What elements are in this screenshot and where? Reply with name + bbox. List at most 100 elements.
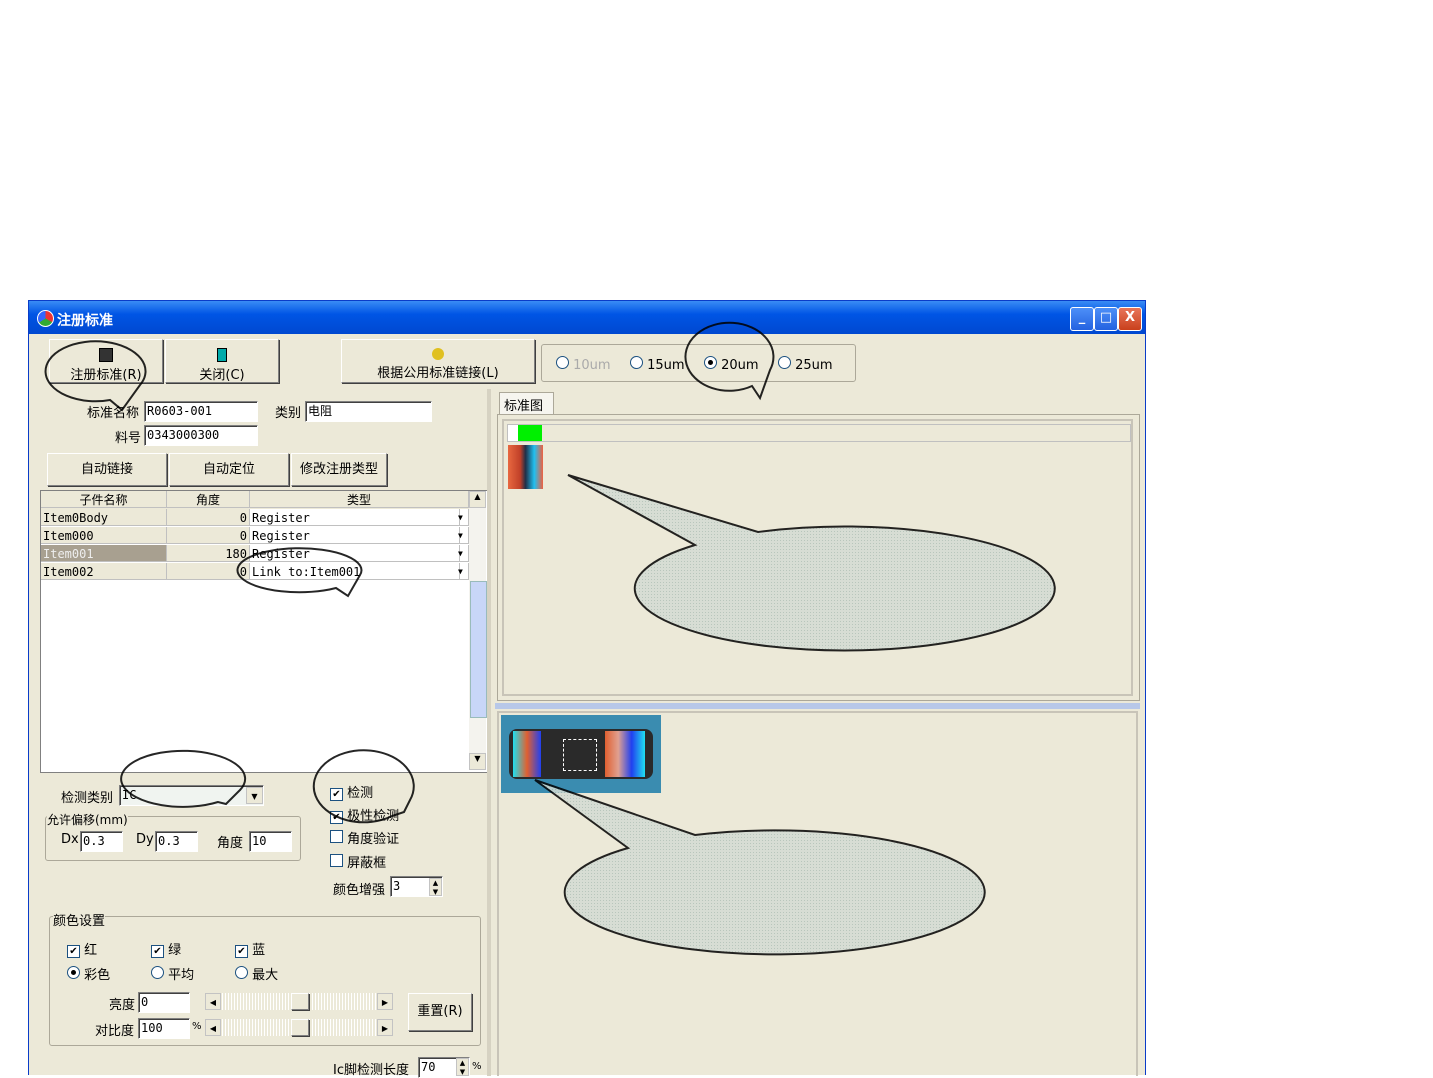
cell-type-select[interactable]: Register [250,545,460,562]
register-standard-window: 注册标准 _ □ X 注册标准(R) 关闭(C) 根据公用标准链接(L) 10u… [28,300,1146,1078]
close-window-button[interactable]: X [1118,307,1142,331]
std-name-label: 标准名称 [87,406,140,421]
scroll-down-icon[interactable]: ▼ [469,753,486,770]
link-public-standard-button[interactable]: 根据公用标准链接(L) [341,339,535,383]
slider-left-icon: ◀ [205,1019,221,1036]
contrast-input[interactable]: 100 [138,1018,190,1039]
header-angle[interactable]: 角度 [167,491,250,508]
radio-25um[interactable]: 25um [778,356,833,373]
polarity-checkbox[interactable]: ✔ 极性检测 [330,805,399,824]
contrast-slider-thumb[interactable] [291,1019,309,1036]
register-label: 注册标准(R) [70,368,142,383]
max-mode-radio[interactable]: 最大 [235,964,278,983]
detect-type-label: 检测类别 [61,791,114,806]
component-pad-right [605,731,645,777]
maximize-button[interactable]: □ [1094,307,1118,331]
dropdown-arrow-icon[interactable]: ▼ [456,527,469,544]
table-scrollbar[interactable]: ▲ ▼ [469,491,487,770]
scroll-up-icon[interactable]: ▲ [469,491,486,508]
dx-input[interactable]: 0.3 [80,831,123,852]
close-button[interactable]: 关闭(C) [165,339,279,383]
brightness-slider[interactable]: ◀ ▶ [205,993,393,1010]
table-row[interactable]: Item000 0 Register ▼ [41,527,469,545]
component-thumbnail-image[interactable] [508,445,543,489]
green-checkbox[interactable]: ✔ 绿 [151,939,181,958]
auto-link-button[interactable]: 自动链接 [47,453,167,486]
header-type[interactable]: 类型 [250,491,469,508]
reset-button[interactable]: 重置(R) [408,993,472,1031]
blue-checkbox[interactable]: ✔ 蓝 [235,939,265,958]
ic-length-percent: % [472,1061,482,1072]
radio-20um[interactable]: 20um [704,356,759,373]
color-settings-label: 颜色设置 [53,910,106,929]
brightness-input[interactable]: 0 [138,992,190,1013]
header-name[interactable]: 子件名称 [41,491,167,508]
shield-frame-checkbox[interactable]: 屏蔽框 [330,852,386,871]
cell-name: Item0Body [41,509,167,526]
dropdown-arrow-icon[interactable]: ▼ [456,563,469,580]
slider-right-icon: ▶ [377,993,393,1010]
std-name-input[interactable]: R0603-001 [144,401,258,422]
ic-length-label: Ic脚检测长度 [333,1063,409,1078]
tab-standard-image[interactable]: 标准图 [499,392,554,414]
cell-angle: 180 [167,545,250,562]
angle-verify-checkbox[interactable]: 角度验证 [330,828,399,847]
table-row[interactable]: Item0Body 0 Register ▼ [41,509,469,527]
color-mode-radio[interactable]: 彩色 [67,964,110,983]
dy-input[interactable]: 0.3 [155,831,198,852]
red-checkbox[interactable]: ✔ 红 [67,939,97,958]
cell-type-select[interactable]: Register [250,509,460,526]
dropdown-arrow-icon[interactable]: ▼ [456,509,469,526]
cell-angle: 0 [167,563,250,580]
brightness-slider-thumb[interactable] [291,993,309,1010]
angle-input[interactable]: 10 [249,831,292,852]
table-row-selected[interactable]: Item001 180 Register ▼ [41,545,469,563]
app-icon [37,310,54,327]
component-image-panel [497,711,1138,1076]
radio-15um[interactable]: 15um [630,356,685,373]
auto-locate-button[interactable]: 自动定位 [169,453,289,486]
brightness-label: 亮度 [109,998,136,1013]
spinner-arrows-icon[interactable]: ▲ ▼ [429,878,442,896]
exit-door-icon [217,348,227,362]
component-pad-left [513,731,541,777]
category-input[interactable]: 电阻 [305,401,432,422]
dropdown-arrow-icon[interactable]: ▼ [456,545,469,562]
cell-name: Item000 [41,527,167,544]
part-no-input[interactable]: 0343000300 [144,425,258,446]
contrast-slider[interactable]: ◀ ▶ [205,1019,393,1036]
image-frame [502,419,1133,696]
scroll-thumb[interactable] [470,581,487,718]
detect-type-select[interactable]: IC [119,785,264,806]
resolution-group: 10um 15um 20um 25um [541,344,856,382]
radio-10um[interactable]: 10um [556,356,611,373]
color-enhance-label: 颜色增强 [333,883,386,898]
register-standard-button[interactable]: 注册标准(R) [49,339,163,383]
slider-left-icon: ◀ [205,993,221,1010]
cell-type-select[interactable]: Register [250,527,460,544]
close-label: 关闭(C) [199,368,245,383]
table-row[interactable]: Item002 0 Link to:Item001 ▼ [41,563,469,581]
tab-label: 标准图 [504,399,544,414]
minimize-button[interactable]: _ [1070,307,1094,331]
modify-type-button[interactable]: 修改注册类型 [291,453,387,486]
contrast-percent: % [192,1021,202,1032]
inspection-window [563,739,597,771]
panel-splitter[interactable] [487,389,491,1076]
link-icon [432,348,444,360]
thumbnail-selected[interactable] [508,425,518,441]
offset-label: 允许偏移(mm) [47,811,128,828]
thumbnail-green-swatch[interactable] [518,425,542,441]
title-bar: 注册标准 _ □ X [29,301,1145,334]
link-public-label: 根据公用标准链接(L) [377,366,499,381]
ic-spinner-arrows-icon[interactable]: ▲ ▼ [456,1058,469,1076]
component-image[interactable] [501,715,661,793]
detect-checkbox[interactable]: ✔ 检测 [330,782,373,801]
detect-type-dropdown-icon[interactable]: ▼ [246,787,263,804]
dx-label: Dx [61,832,79,847]
cell-type-select[interactable]: Link to:Item001 [250,563,460,580]
panel-divider[interactable] [495,703,1140,709]
average-mode-radio[interactable]: 平均 [151,964,194,983]
category-label: 类别 [275,406,302,421]
thumbnail-strip [507,424,1131,442]
